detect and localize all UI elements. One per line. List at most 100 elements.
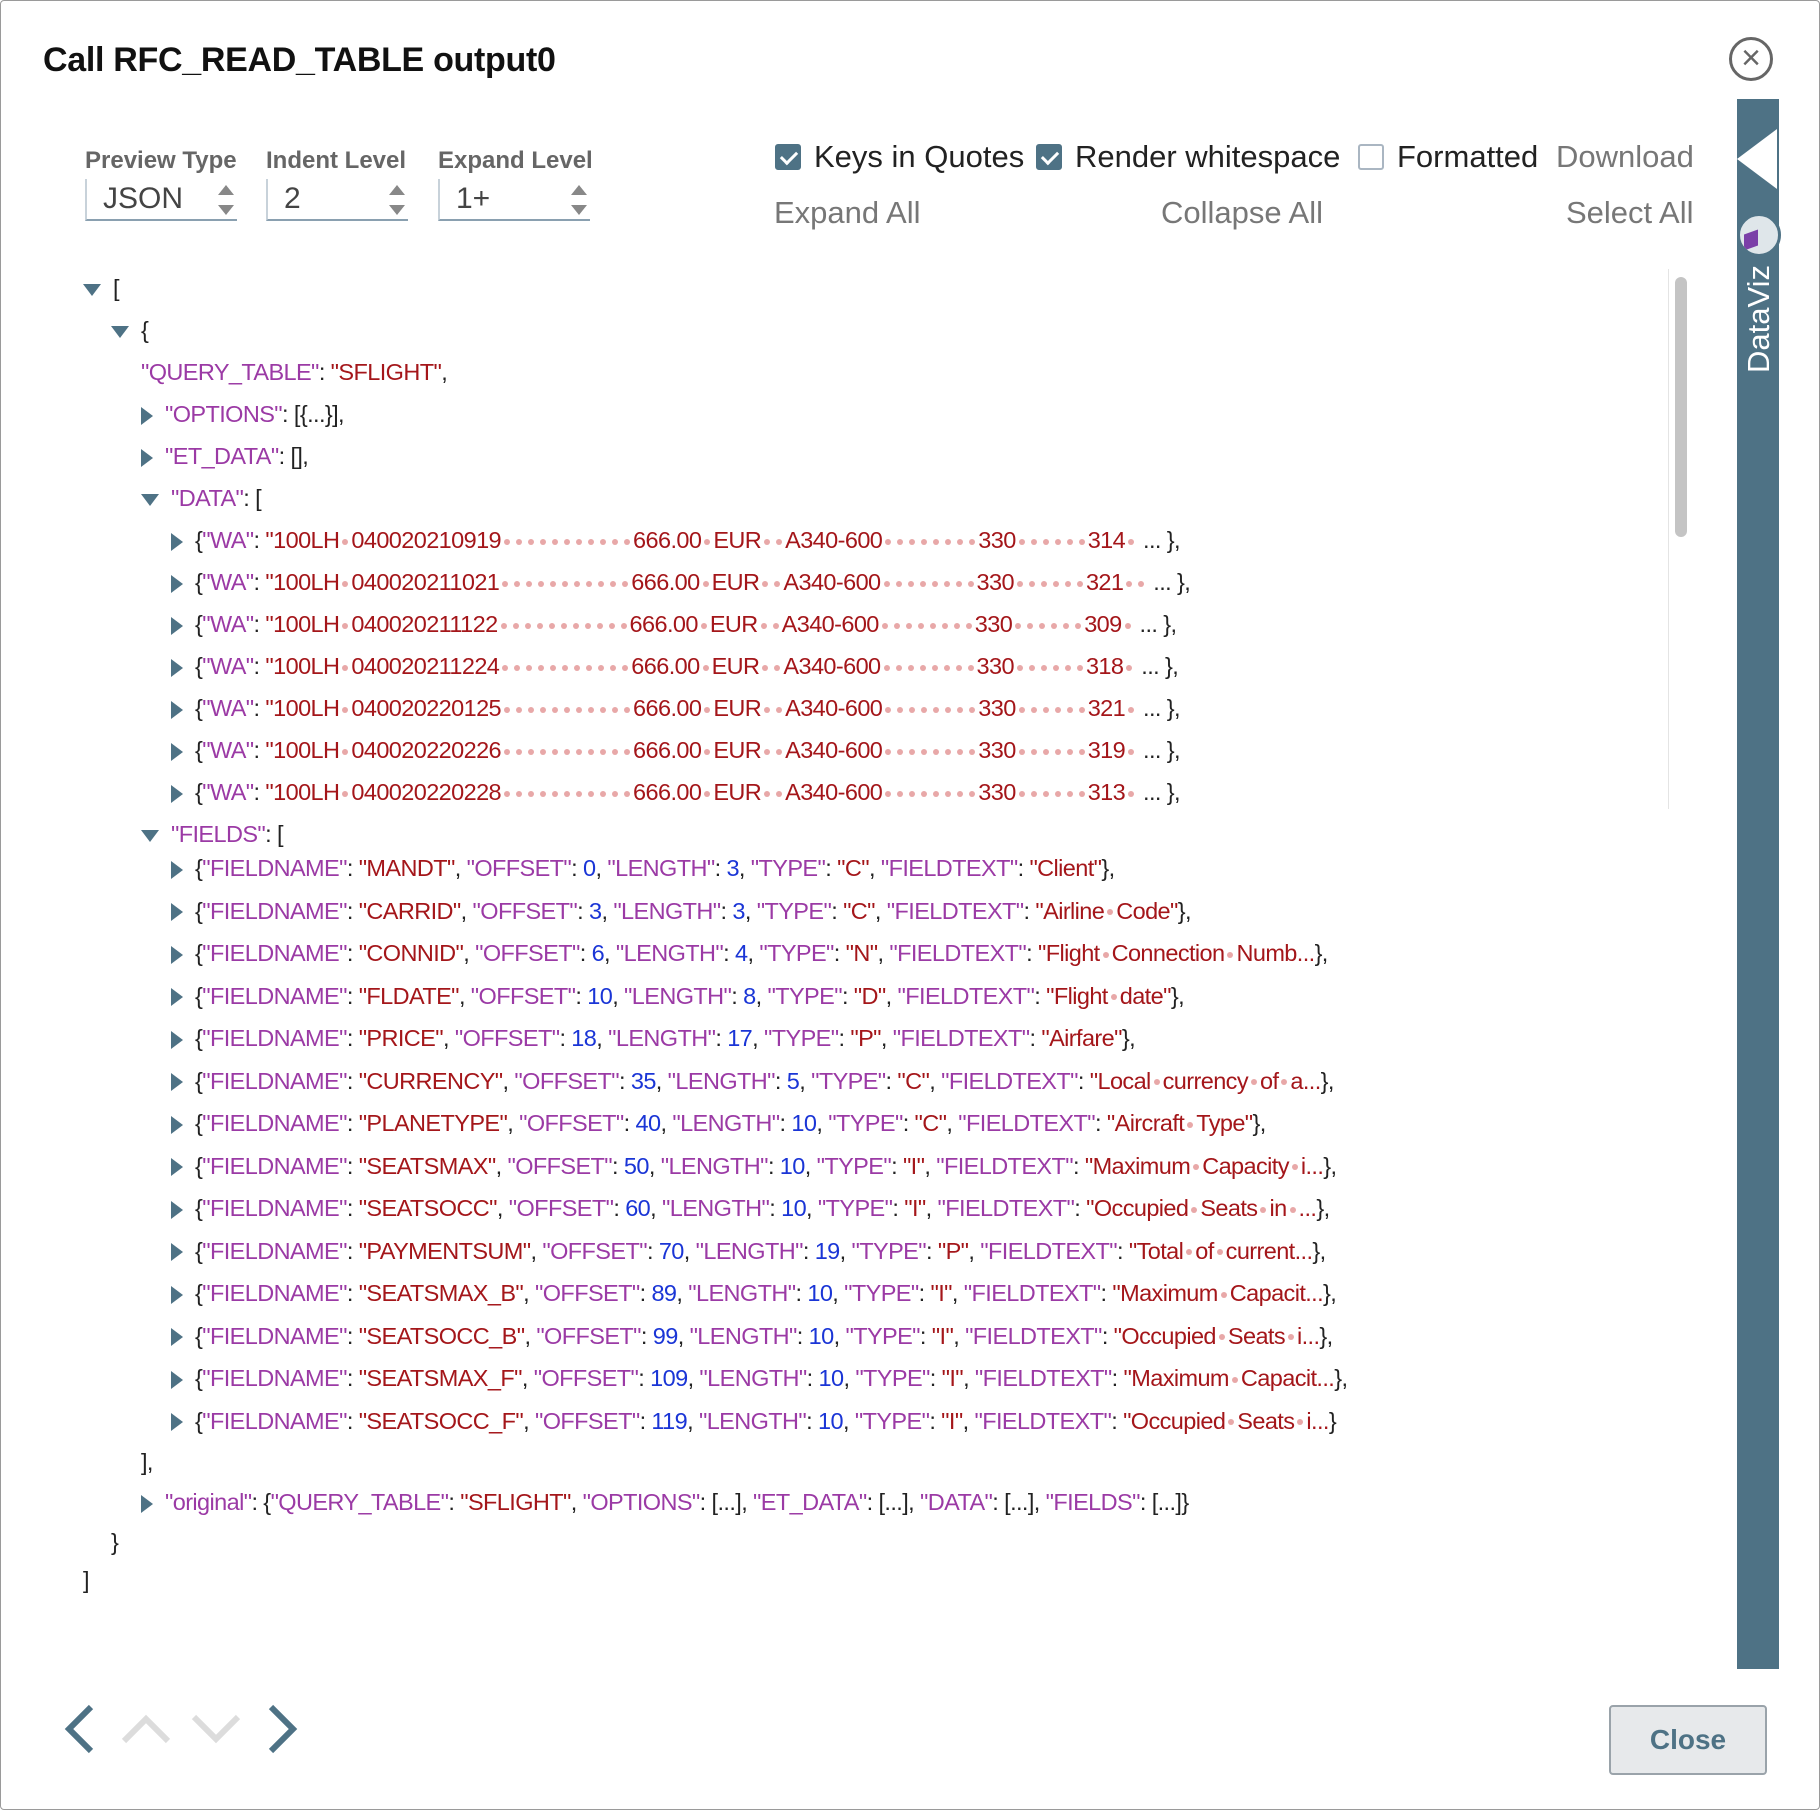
scrollbar-thumb[interactable]: [1675, 277, 1687, 537]
render-whitespace-checkbox[interactable]: [1036, 144, 1062, 170]
field-row[interactable]: {"FIELDNAME": "FLDATE", "OFFSET": 10, "L…: [171, 979, 1185, 1013]
json-token: },: [1101, 855, 1115, 881]
collapse-toggle-icon[interactable]: [141, 493, 159, 506]
close-dialog-icon[interactable]: ×: [1729, 37, 1773, 81]
data-row[interactable]: {"WA": "100LH 040020210919 666.00 EUR A340-6…: [171, 523, 1181, 557]
expand-toggle-icon[interactable]: [171, 860, 183, 879]
expand-toggle-icon[interactable]: [171, 1370, 183, 1389]
query-table-entry[interactable]: "QUERY_TABLE": "SFLIGHT",: [141, 355, 448, 389]
field-row[interactable]: {"FIELDNAME": "SEATSOCC_F", "OFFSET": 11…: [171, 1404, 1337, 1438]
data-row[interactable]: {"WA": "100LH 040020220228 666.00 EUR A340-6…: [171, 775, 1181, 809]
whitespace-marker: [955, 580, 962, 587]
field-row[interactable]: {"FIELDNAME": "CARRID", "OFFSET": 3, "LE…: [171, 894, 1192, 928]
whitespace-marker: [897, 748, 904, 755]
json-string: i...: [1300, 1152, 1324, 1179]
down-icon[interactable]: [189, 1699, 243, 1759]
data-entry[interactable]: "DATA": [: [141, 481, 262, 515]
expand-toggle-icon[interactable]: [171, 1115, 183, 1134]
expand-toggle-icon[interactable]: [171, 1328, 183, 1347]
fields-entry[interactable]: "FIELDS": [: [141, 817, 284, 851]
collapse-all-link[interactable]: Collapse All: [1161, 195, 1323, 231]
expand-toggle-icon[interactable]: [171, 1413, 183, 1432]
expand-toggle-icon[interactable]: [171, 945, 183, 964]
data-row[interactable]: {"WA": "100LH 040020211122 666.00 EUR A340-6…: [171, 607, 1177, 641]
field-row[interactable]: {"FIELDNAME": "CURRENCY", "OFFSET": 35, …: [171, 1064, 1334, 1098]
expand-toggle-icon[interactable]: [171, 616, 183, 635]
up-icon[interactable]: [119, 1699, 173, 1759]
keys-in-quotes-checkbox[interactable]: [775, 144, 801, 170]
json-string: 040020220226: [351, 737, 502, 763]
whitespace-marker: [600, 748, 607, 755]
json-token: :: [612, 1152, 624, 1179]
next-icon[interactable]: [263, 1699, 303, 1759]
expand-toggle-icon[interactable]: [171, 742, 183, 761]
field-row[interactable]: {"FIELDNAME": "SEATSMAX_B", "OFFSET": 89…: [171, 1276, 1337, 1310]
dataviz-label: DataViz: [1741, 265, 1777, 373]
data-row[interactable]: {"WA": "100LH 040020220125 666.00 EUR A340-6…: [171, 691, 1181, 725]
expand-toggle-icon[interactable]: [171, 700, 183, 719]
field-row[interactable]: {"FIELDNAME": "SEATSMAX_F", "OFFSET": 10…: [171, 1361, 1348, 1395]
expand-toggle-icon[interactable]: [141, 448, 153, 467]
field-row[interactable]: {"FIELDNAME": "SEATSMAX", "OFFSET": 50, …: [171, 1149, 1337, 1183]
select-all-link[interactable]: Select All: [1566, 195, 1694, 231]
expand-toggle-icon[interactable]: [171, 1073, 183, 1092]
json-token: ,: [962, 1407, 975, 1434]
json-string: "Total: [1128, 1237, 1184, 1264]
whitespace-marker: [1126, 580, 1133, 587]
expand-level-select[interactable]: 1+: [438, 179, 590, 221]
expand-toggle-icon[interactable]: [171, 784, 183, 803]
json-string: 666.00: [633, 527, 702, 553]
expand-toggle-icon[interactable]: [171, 1285, 183, 1304]
collapse-toggle-icon[interactable]: [141, 829, 159, 842]
json-token: },: [1319, 1322, 1333, 1349]
json-key: "LENGTH": [688, 1280, 796, 1306]
json-token: },: [1316, 1195, 1330, 1221]
field-row[interactable]: {"FIELDNAME": "SEATSOCC", "OFFSET": 60, …: [171, 1191, 1330, 1225]
expand-toggle-icon[interactable]: [171, 574, 183, 593]
field-row[interactable]: {"FIELDNAME": "MANDT", "OFFSET": 0, "LEN…: [171, 851, 1115, 885]
expand-toggle-icon[interactable]: [171, 903, 183, 922]
whitespace-marker: [909, 748, 916, 755]
expand-toggle-icon[interactable]: [171, 532, 183, 551]
data-row[interactable]: {"WA": "100LH 040020220226 666.00 EUR A340-6…: [171, 733, 1181, 767]
et-data-entry[interactable]: "ET_DATA": [],: [141, 439, 309, 473]
json-token: :: [779, 1110, 792, 1136]
whitespace-marker: [1128, 706, 1135, 713]
json-key: "LENGTH": [672, 1110, 780, 1136]
whitespace-marker: [764, 748, 771, 755]
field-row[interactable]: {"FIELDNAME": "SEATSOCC_B", "OFFSET": 99…: [171, 1319, 1333, 1353]
expand-toggle-icon[interactable]: [171, 1158, 183, 1177]
data-row[interactable]: {"WA": "100LH 040020211224 666.00 EUR A340-6…: [171, 649, 1179, 683]
json-string: "Maximum: [1084, 1152, 1191, 1179]
json-token: ,: [454, 855, 467, 881]
preview-type-select[interactable]: JSON: [85, 179, 237, 221]
field-row[interactable]: {"FIELDNAME": "PLANETYPE", "OFFSET": 40,…: [171, 1106, 1266, 1140]
whitespace-marker: [1218, 1334, 1225, 1341]
json-string: 040020211224: [351, 653, 500, 679]
expand-toggle-icon[interactable]: [141, 1494, 153, 1513]
close-button[interactable]: Close: [1609, 1705, 1767, 1775]
json-key: "FIELDTEXT": [974, 1365, 1112, 1391]
expand-toggle-icon[interactable]: [171, 1243, 183, 1262]
field-row[interactable]: {"FIELDNAME": "PRICE", "OFFSET": 18, "LE…: [171, 1021, 1136, 1055]
expand-toggle-icon[interactable]: [171, 1200, 183, 1219]
expand-toggle-icon[interactable]: [141, 406, 153, 425]
expand-toggle-icon[interactable]: [171, 658, 183, 677]
options-entry[interactable]: "OPTIONS": [{...}],: [141, 397, 345, 431]
json-token: ... },: [1137, 527, 1181, 553]
expand-all-link[interactable]: Expand All: [774, 195, 921, 231]
data-row[interactable]: {"WA": "100LH 040020211021 666.00 EUR A340-6…: [171, 565, 1191, 599]
pie-chart-icon[interactable]: [1737, 213, 1781, 257]
formatted-checkbox[interactable]: [1358, 144, 1384, 170]
download-link[interactable]: Download: [1556, 139, 1694, 175]
json-number: 18: [571, 1025, 597, 1051]
indent-level-select[interactable]: 2: [266, 179, 408, 221]
expand-toggle-icon[interactable]: [171, 988, 183, 1007]
original-entry[interactable]: "original": {"QUERY_TABLE": "SFLIGHT", "…: [141, 1485, 1189, 1519]
collapse-toggle-icon[interactable]: [83, 283, 101, 296]
previous-icon[interactable]: [59, 1699, 99, 1759]
field-row[interactable]: {"FIELDNAME": "PAYMENTSUM", "OFFSET": 70…: [171, 1234, 1326, 1268]
collapse-toggle-icon[interactable]: [111, 325, 129, 338]
field-row[interactable]: {"FIELDNAME": "CONNID", "OFFSET": 6, "LE…: [171, 936, 1328, 970]
expand-toggle-icon[interactable]: [171, 1030, 183, 1049]
